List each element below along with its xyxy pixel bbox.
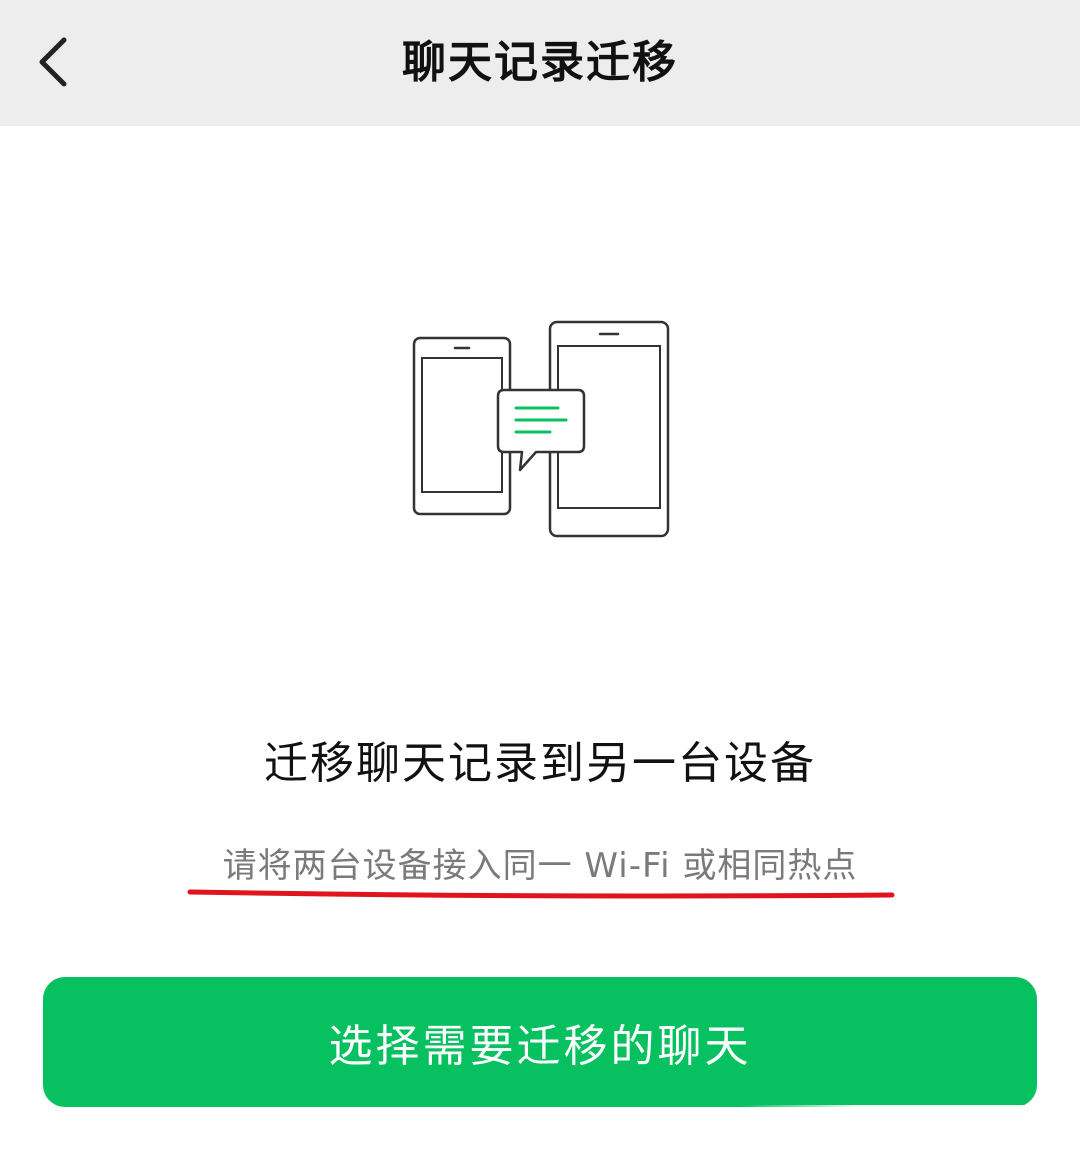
watermark-area	[740, 1105, 1080, 1175]
phones-transfer-illustration	[400, 310, 680, 550]
back-button[interactable]	[22, 22, 86, 102]
chevron-left-icon	[39, 37, 67, 87]
page-title: 聊天记录迁移	[402, 37, 678, 88]
phones-transfer-icon	[412, 320, 670, 538]
migration-heading: 迁移聊天记录到另一台设备	[264, 738, 816, 789]
select-chats-button[interactable]: 选择需要迁移的聊天	[43, 977, 1037, 1107]
red-underline-annotation	[187, 889, 895, 899]
navigation-bar: 聊天记录迁移	[0, 0, 1080, 126]
